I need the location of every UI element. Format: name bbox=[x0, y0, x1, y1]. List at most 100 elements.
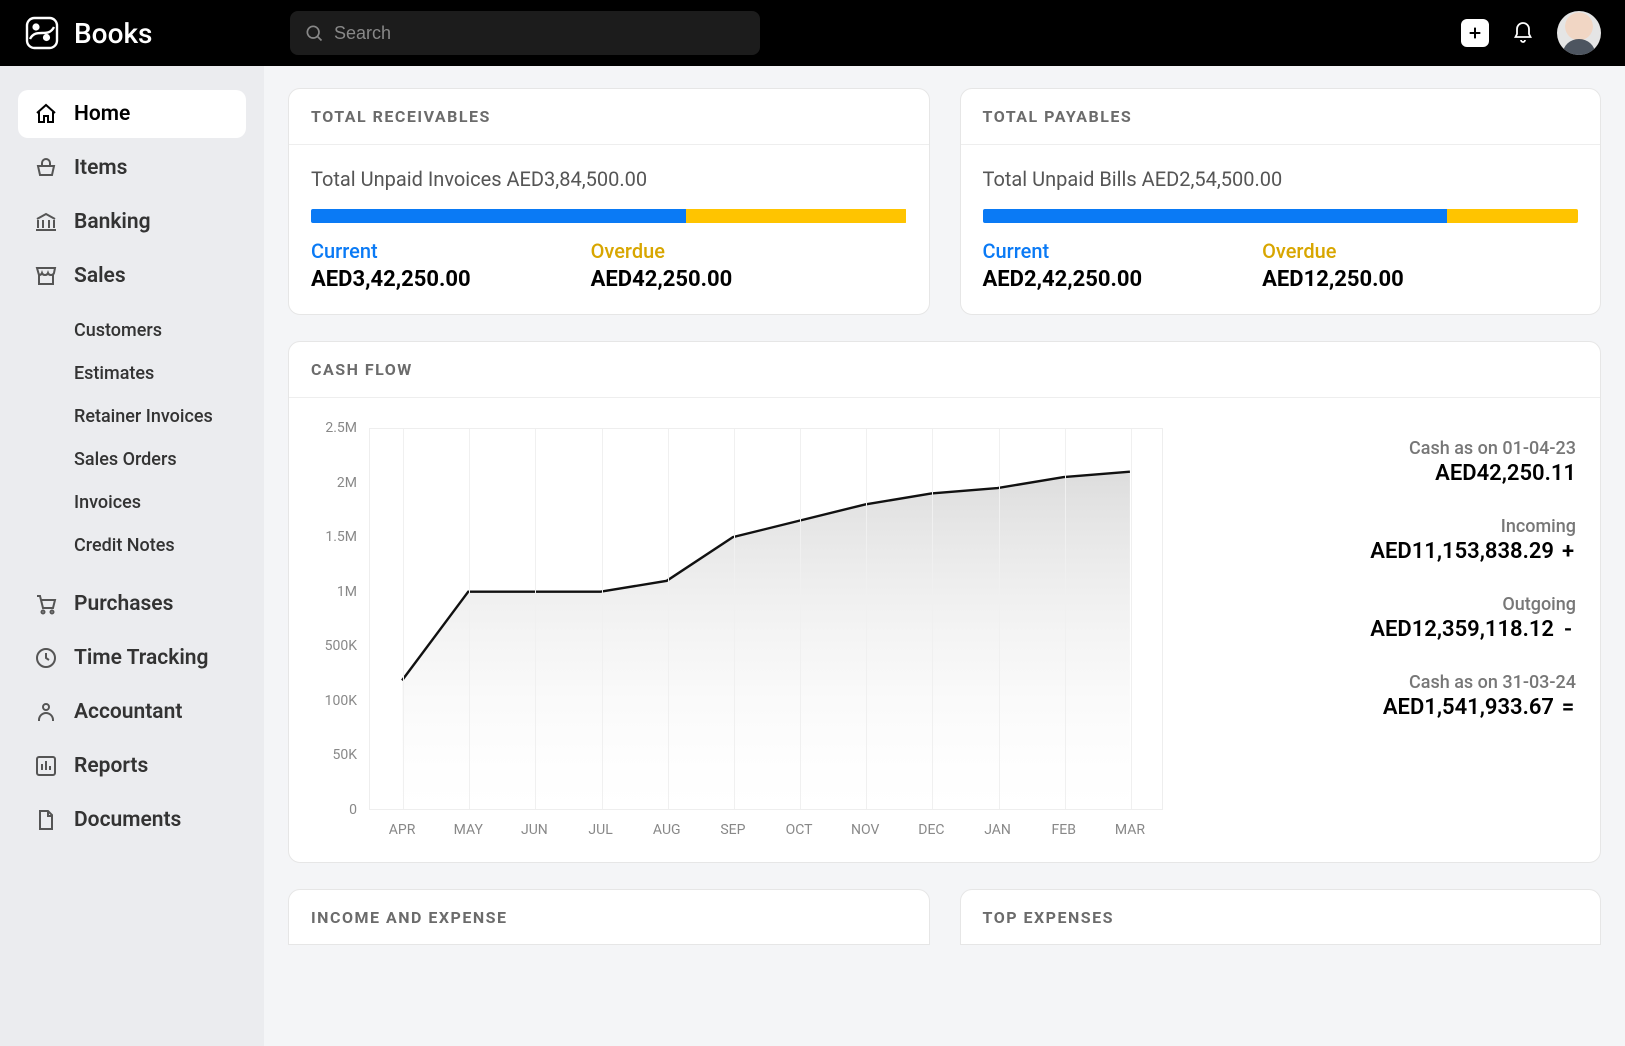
search-icon bbox=[304, 23, 324, 43]
sidebar-item-label: Sales bbox=[74, 264, 126, 288]
receivables-progress-overdue bbox=[686, 209, 906, 223]
cashflow-stat-label: Outgoing bbox=[1370, 594, 1576, 615]
cashflow-chart: 050K100K500K1M1.5M2M2.5MAPRMAYJUNJULAUGS… bbox=[313, 428, 1163, 838]
sidebar-item-items[interactable]: Items bbox=[18, 144, 246, 192]
receivables-unpaid-line: Total Unpaid Invoices AED3,84,500.00 bbox=[311, 167, 907, 191]
sidebar-item-accountant[interactable]: Accountant bbox=[18, 688, 246, 736]
sidebar-item-label: Time Tracking bbox=[74, 646, 208, 670]
receivables-title: TOTAL RECEIVABLES bbox=[311, 107, 907, 126]
sidebar-item-time-tracking[interactable]: Time Tracking bbox=[18, 634, 246, 682]
sidebar-item-label: Purchases bbox=[74, 592, 173, 616]
sidebar-subitem-retainer-invoices[interactable]: Retainer Invoices bbox=[58, 396, 246, 437]
chart-ytick: 1M bbox=[313, 584, 357, 600]
cashflow-stat-sign: - bbox=[1560, 617, 1576, 642]
receivables-overdue-value: AED42,250.00 bbox=[591, 267, 733, 292]
chart-xtick: JUL bbox=[571, 822, 631, 838]
payables-progress-overdue bbox=[1447, 209, 1578, 223]
receivables-progress-current bbox=[311, 209, 686, 223]
main-content: TOTAL RECEIVABLES Total Unpaid Invoices … bbox=[264, 66, 1625, 1046]
bank-icon bbox=[34, 210, 58, 234]
sidebar-subitem-estimates[interactable]: Estimates bbox=[58, 353, 246, 394]
chart-ytick: 100K bbox=[313, 693, 357, 709]
cashflow-title: CASH FLOW bbox=[311, 360, 1578, 379]
cashflow-stats: Cash as on 01-04-23AED42,250.11IncomingA… bbox=[1163, 428, 1576, 838]
chart-xtick: MAY bbox=[438, 822, 498, 838]
cashflow-stat-value: AED1,541,933.67= bbox=[1383, 695, 1576, 720]
sidebar-subitem-invoices[interactable]: Invoices bbox=[58, 482, 246, 523]
payables-overdue-value: AED12,250.00 bbox=[1262, 267, 1404, 292]
search-input[interactable] bbox=[290, 11, 760, 55]
payables-progress-current bbox=[983, 209, 1447, 223]
sidebar-submenu-sales: CustomersEstimatesRetainer InvoicesSales… bbox=[58, 310, 246, 566]
receivables-current-value: AED3,42,250.00 bbox=[311, 267, 471, 292]
sidebar-item-label: Banking bbox=[74, 210, 151, 234]
logo-block[interactable]: Books bbox=[24, 15, 284, 51]
home-icon bbox=[34, 102, 58, 126]
sidebar-item-sales[interactable]: Sales bbox=[18, 252, 246, 300]
header-actions bbox=[1461, 11, 1601, 55]
receivables-progress bbox=[311, 209, 907, 223]
chart-ytick: 50K bbox=[313, 747, 357, 763]
cashflow-stat-sign: = bbox=[1560, 695, 1576, 720]
logo-icon bbox=[24, 15, 60, 51]
sidebar-subitem-sales-orders[interactable]: Sales Orders bbox=[58, 439, 246, 480]
sidebar-item-label: Reports bbox=[74, 754, 148, 778]
cashflow-stat-3: Cash as on 31-03-24AED1,541,933.67= bbox=[1383, 672, 1576, 720]
cart-icon bbox=[34, 592, 58, 616]
payables-unpaid-line: Total Unpaid Bills AED2,54,500.00 bbox=[983, 167, 1579, 191]
app-header: Books bbox=[0, 0, 1625, 66]
sidebar-subitem-customers[interactable]: Customers bbox=[58, 310, 246, 351]
clock-icon bbox=[34, 646, 58, 670]
basket-icon bbox=[34, 156, 58, 180]
cashflow-stat-0: Cash as on 01-04-23AED42,250.11 bbox=[1409, 438, 1576, 486]
sidebar-item-label: Documents bbox=[74, 808, 181, 832]
search-wrap bbox=[290, 11, 760, 55]
sidebar-item-banking[interactable]: Banking bbox=[18, 198, 246, 246]
sidebar-item-label: Accountant bbox=[74, 700, 182, 724]
cashflow-stat-label: Cash as on 01-04-23 bbox=[1409, 438, 1576, 459]
cashflow-stat-value: AED11,153,838.29+ bbox=[1370, 539, 1576, 564]
receivables-current-label: Current bbox=[311, 239, 471, 263]
payables-current-value: AED2,42,250.00 bbox=[983, 267, 1143, 292]
chart-ytick: 2.5M bbox=[313, 420, 357, 436]
sidebar: HomeItemsBankingSalesCustomersEstimatesR… bbox=[0, 66, 264, 1046]
cashflow-stat-sign: + bbox=[1560, 539, 1576, 564]
payables-current-label: Current bbox=[983, 239, 1143, 263]
sidebar-item-reports[interactable]: Reports bbox=[18, 742, 246, 790]
cashflow-card: CASH FLOW 050K100K500K1M1.5M2M2.5MAPRMAY… bbox=[288, 341, 1601, 863]
receivables-card: TOTAL RECEIVABLES Total Unpaid Invoices … bbox=[288, 88, 930, 315]
payables-overdue-label: Overdue bbox=[1262, 239, 1404, 263]
create-button[interactable] bbox=[1461, 19, 1489, 47]
chart-ytick: 2M bbox=[313, 475, 357, 491]
chart-xtick: OCT bbox=[769, 822, 829, 838]
sidebar-item-label: Home bbox=[74, 102, 130, 126]
chart-xtick: MAR bbox=[1100, 822, 1160, 838]
document-icon bbox=[34, 808, 58, 832]
chart-ytick: 0 bbox=[313, 802, 357, 818]
sidebar-item-home[interactable]: Home bbox=[18, 90, 246, 138]
cashflow-stat-label: Incoming bbox=[1370, 516, 1576, 537]
chart-xtick: APR bbox=[372, 822, 432, 838]
top-expenses-title: TOP EXPENSES bbox=[983, 908, 1579, 927]
cashflow-stat-2: OutgoingAED12,359,118.12- bbox=[1370, 594, 1576, 642]
chart-xtick: JUN bbox=[504, 822, 564, 838]
sidebar-subitem-credit-notes[interactable]: Credit Notes bbox=[58, 525, 246, 566]
sidebar-item-label: Items bbox=[74, 156, 127, 180]
payables-card: TOTAL PAYABLES Total Unpaid Bills AED2,5… bbox=[960, 88, 1602, 315]
payables-progress bbox=[983, 209, 1579, 223]
top-expenses-card: TOP EXPENSES bbox=[960, 889, 1602, 945]
sidebar-item-purchases[interactable]: Purchases bbox=[18, 580, 246, 628]
income-expense-card: INCOME AND EXPENSE bbox=[288, 889, 930, 945]
payables-title: TOTAL PAYABLES bbox=[983, 107, 1579, 126]
chart-xtick: FEB bbox=[1034, 822, 1094, 838]
app-name: Books bbox=[74, 17, 152, 50]
avatar[interactable] bbox=[1557, 11, 1601, 55]
chart-xtick: NOV bbox=[835, 822, 895, 838]
person-icon bbox=[34, 700, 58, 724]
chart-xtick: SEP bbox=[703, 822, 763, 838]
sidebar-item-documents[interactable]: Documents bbox=[18, 796, 246, 844]
cashflow-stat-label: Cash as on 31-03-24 bbox=[1383, 672, 1576, 693]
chart-ytick: 500K bbox=[313, 638, 357, 654]
notifications-button[interactable] bbox=[1507, 17, 1539, 49]
income-expense-title: INCOME AND EXPENSE bbox=[311, 908, 907, 927]
